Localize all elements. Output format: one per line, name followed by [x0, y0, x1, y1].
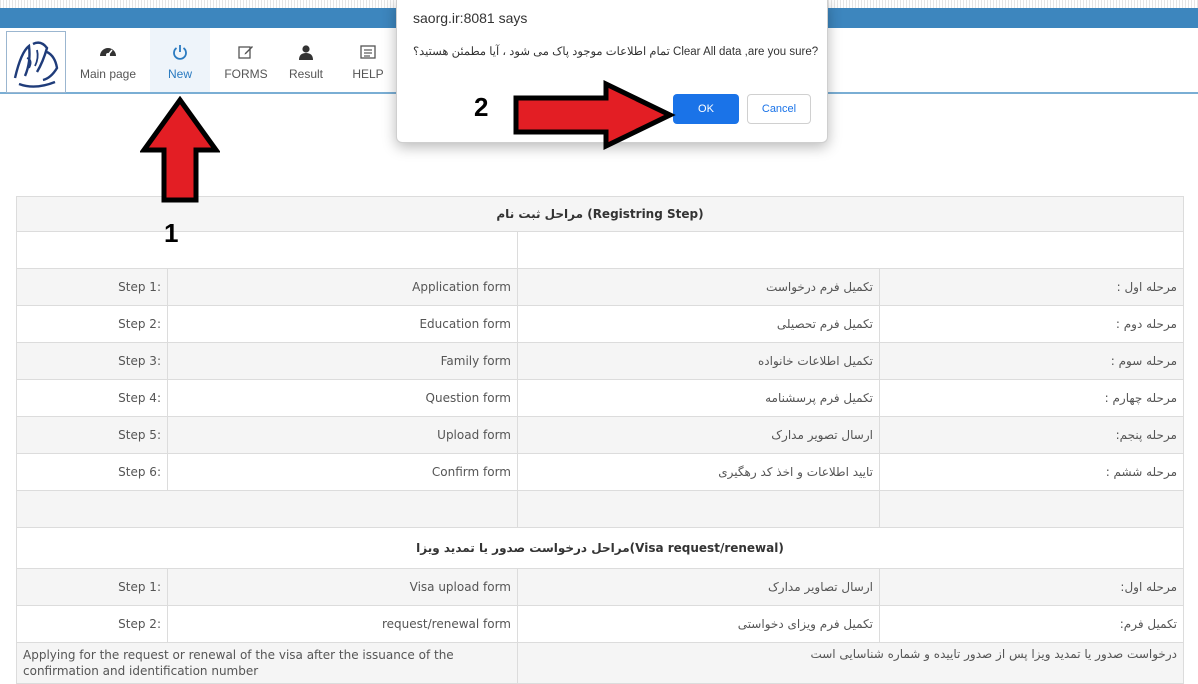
list-icon — [338, 44, 398, 60]
fa-desc-cell: تکمیل فرم پرسشنامه — [517, 379, 880, 417]
form-link[interactable]: request/renewal form — [167, 605, 518, 643]
nav-help[interactable]: HELP — [338, 28, 398, 92]
fa-desc-cell: تکمیل فرم درخواست — [517, 268, 880, 306]
fa-desc-cell: تکمیل فرم تحصیلی — [517, 305, 880, 343]
fa-desc-cell: ارسال تصویر مدارک — [517, 416, 880, 454]
table-row: Step 1: Application form تکمیل فرم درخوا… — [16, 268, 1184, 306]
table-row: Step 4: Question form تکمیل فرم پرسشنامه… — [16, 379, 1184, 417]
nav-label-forms: FORMS — [224, 67, 268, 81]
table-row: Step 3: Family form تکمیل اطلاعات خانواد… — [16, 342, 1184, 380]
table-row: Step 2: request/renewal form تکمیل فرم و… — [16, 605, 1184, 643]
table-row: Applying for the request or renewal of t… — [16, 642, 1184, 684]
form-link[interactable]: Family form — [167, 342, 518, 380]
annotation-right-arrow — [513, 80, 676, 150]
step-cell: Step 2: — [16, 305, 168, 343]
form-link[interactable]: Question form — [167, 379, 518, 417]
nav-forms[interactable]: FORMS — [210, 28, 282, 92]
step-cell: Step 2: — [16, 605, 168, 643]
user-icon — [276, 44, 336, 60]
step-cell: Step 5: — [16, 416, 168, 454]
visa-note-fa: درخواست صدور یا تمدید ویزا پس از صدور تا… — [517, 642, 1184, 684]
cancel-button[interactable]: Cancel — [747, 94, 811, 124]
nav-main-page[interactable]: Main page — [72, 28, 144, 92]
fa-desc-cell: تایید اطلاعات و اخذ کد رهگیری — [517, 453, 880, 491]
form-link[interactable]: Education form — [167, 305, 518, 343]
nav-result[interactable]: Result — [276, 28, 336, 92]
fa-desc-cell: تکمیل فرم ویزای دخواستی — [517, 605, 880, 643]
table-row: Step 6: Confirm form تایید اطلاعات و اخذ… — [16, 453, 1184, 491]
dashboard-icon — [72, 44, 144, 60]
nav-label-new: New — [167, 67, 192, 81]
form-link[interactable]: Application form — [167, 268, 518, 306]
fa-step-cell: مرحله اول: — [879, 568, 1184, 606]
nav-label-help: HELP — [352, 67, 384, 81]
dialog-message: تمام اطلاعات موجود پاک می شود ، آیا مطمئ… — [413, 46, 819, 58]
fa-desc-cell: ارسال تصاویر مدارک — [517, 568, 880, 606]
fa-step-cell: مرحله سوم : — [879, 342, 1184, 380]
fa-step-cell: مرحله اول : — [879, 268, 1184, 306]
step-cell: Step 3: — [16, 342, 168, 380]
visa-header-row: مراحل درخواست صدور یا تمدید ویزا(Visa re… — [16, 527, 1184, 569]
annotation-label-2: 2 — [474, 92, 489, 122]
form-link[interactable]: Visa upload form — [167, 568, 518, 606]
fa-step-cell: مرحله دوم : — [879, 305, 1184, 343]
step-cell: Step 1: — [16, 568, 168, 606]
spacer-row — [16, 231, 1184, 269]
power-icon — [150, 44, 210, 60]
fa-desc-cell: تکمیل اطلاعات خانواده — [517, 342, 880, 380]
fa-step-cell: مرحله چهارم : — [879, 379, 1184, 417]
step-cell: Step 6: — [16, 453, 168, 491]
fa-step-cell: مرحله پنجم: — [879, 416, 1184, 454]
table-row: Step 1: Visa upload form ارسال تصاویر مد… — [16, 568, 1184, 606]
nav-new[interactable]: New — [150, 28, 210, 92]
spacer-row — [16, 490, 1184, 528]
visa-note-en: Applying for the request or renewal of t… — [16, 642, 518, 684]
steps-table: مراحل ثبت نام (Registring Step) Step 1: … — [16, 196, 1184, 684]
edit-icon — [210, 44, 282, 60]
annotation-up-arrow — [140, 96, 220, 203]
step-cell: Step 4: — [16, 379, 168, 417]
fa-step-cell: تکمیل فرم: — [879, 605, 1184, 643]
ok-button[interactable]: OK — [673, 94, 739, 124]
form-link[interactable]: Upload form — [167, 416, 518, 454]
step-cell: Step 1: — [16, 268, 168, 306]
table-row: Step 5: Upload form ارسال تصویر مدارک مر… — [16, 416, 1184, 454]
nav-label-main-page: Main page — [79, 67, 137, 81]
annotation-label-1: 1 — [164, 218, 179, 248]
site-logo[interactable] — [6, 31, 66, 93]
fa-step-cell: مرحله ششم : — [879, 453, 1184, 491]
form-link[interactable]: Confirm form — [167, 453, 518, 491]
dialog-title: saorg.ir:8081 says — [413, 10, 528, 26]
table-row: Step 2: Education form تکمیل فرم تحصیلی … — [16, 305, 1184, 343]
visa-header: مراحل درخواست صدور یا تمدید ویزا(Visa re… — [16, 527, 1184, 569]
nav-label-result: Result — [288, 67, 323, 81]
